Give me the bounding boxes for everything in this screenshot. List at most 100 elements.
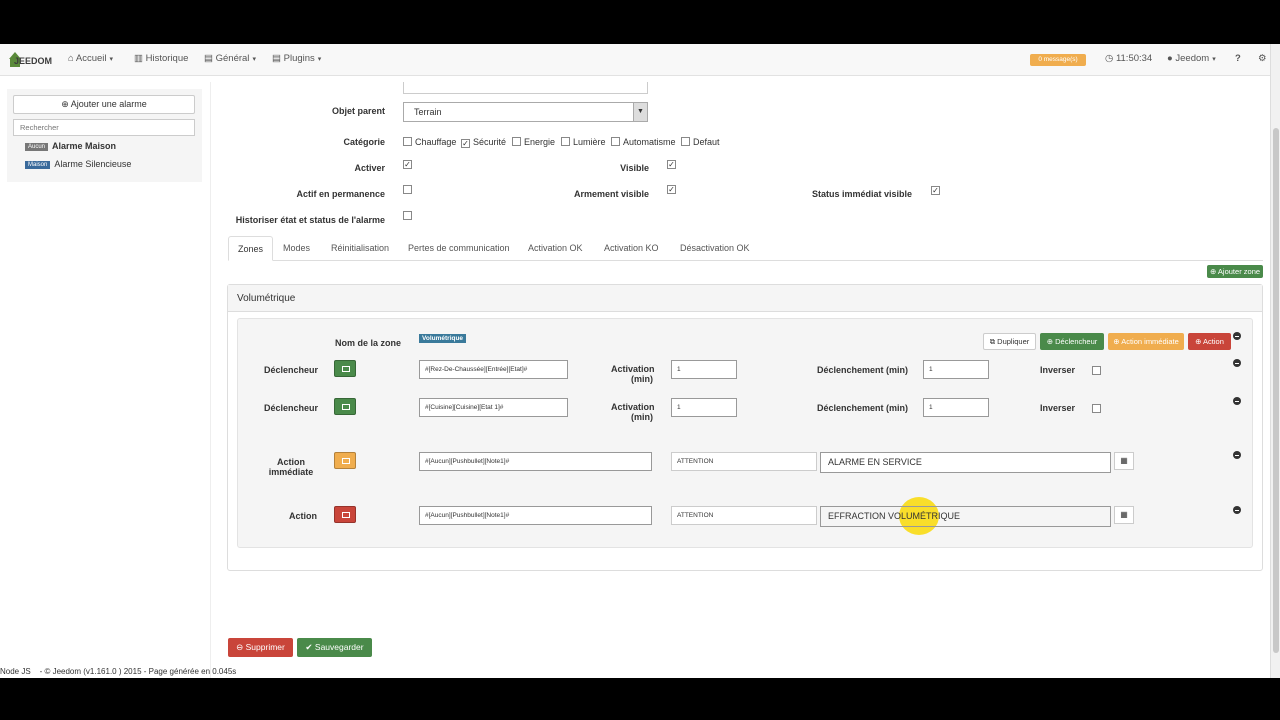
page-scrollbar[interactable] <box>1270 44 1280 678</box>
add-trigger-label: Déclencheur <box>1055 337 1098 346</box>
add-zone-button[interactable]: ⊕ Ajouter zone <box>1207 265 1263 278</box>
sidebar: ⊕ Ajouter une alarme AucunAlarme Maison … <box>7 89 202 182</box>
navbar: JEEDOM ⌂ Accueil ▾ ▥ Historique ▤ Général… <box>0 44 1270 76</box>
inverser-checkbox[interactable] <box>1092 366 1101 375</box>
tab-modes[interactable]: Modes <box>283 236 310 261</box>
nav-accueil[interactable]: ⌂ Accueil ▾ <box>68 53 113 64</box>
checkbox[interactable] <box>611 137 620 146</box>
tab-bar: Zones Modes Réinitialisation Pertes de c… <box>228 236 1263 261</box>
action-message-input[interactable]: EFFRACTION VOLUMÉTRIQUE <box>820 506 1111 527</box>
save-button[interactable]: ✔ Sauvegarder <box>297 638 372 657</box>
tab-desactivation-ok[interactable]: Désactivation OK <box>680 236 750 261</box>
permanent-checkbox[interactable] <box>403 185 412 194</box>
nav-historique[interactable]: ▥ Historique <box>134 53 188 64</box>
nav-general-label: Général <box>215 53 250 64</box>
sidebar-item-alarme-maison[interactable]: Aucun Alarme Maison <box>25 141 116 151</box>
armement-checkbox[interactable]: ✓ <box>667 185 676 194</box>
save-label: Sauvegarder <box>314 642 364 652</box>
permanent-label: Actif en permanence <box>296 189 385 199</box>
visible-checkbox[interactable]: ✓ <box>667 160 676 169</box>
nav-historique-label: Historique <box>145 53 189 64</box>
zone-panel-title: Volumétrique <box>228 285 1262 312</box>
message-list-icon[interactable]: ▦ <box>1114 506 1134 524</box>
tab-reinitialisation[interactable]: Réinitialisation <box>331 236 389 261</box>
settings-icon[interactable]: ⚙ <box>1258 53 1267 64</box>
caret-icon: ▾ <box>317 56 322 63</box>
object-tag: Maison <box>25 160 51 169</box>
remove-action-icon[interactable] <box>1233 506 1241 514</box>
sidebar-item-alarme-silencieuse[interactable]: Maison Alarme Silencieuse <box>25 159 131 169</box>
immediate-action-title-input[interactable]: ATTENTION <box>671 452 817 471</box>
remove-zone-icon[interactable] <box>1233 332 1241 340</box>
add-immediate-action-button[interactable]: ⊕ Action immédiate <box>1108 333 1184 350</box>
activation-input[interactable]: 1 <box>671 398 737 417</box>
help-icon[interactable]: ? <box>1235 53 1241 64</box>
declenchement-label: Déclenchement (min) <box>817 365 909 375</box>
checkbox[interactable]: ✓ <box>461 139 470 148</box>
scrollbar-thumb[interactable] <box>1273 128 1279 653</box>
inverser-label: Inverser <box>1040 365 1076 375</box>
inverser-checkbox[interactable] <box>1092 404 1101 413</box>
category-energie[interactable]: Energie <box>512 137 555 147</box>
trigger-cmd-list-icon[interactable] <box>334 398 356 415</box>
tab-pertes-communication[interactable]: Pertes de communication <box>408 236 510 261</box>
parent-select-value: Terrain <box>414 107 442 117</box>
declenchement-input[interactable]: 1 <box>923 360 989 379</box>
category-automatisme[interactable]: Automatisme <box>611 137 676 147</box>
remove-action-icon[interactable] <box>1233 451 1241 459</box>
status-checkbox[interactable]: ✓ <box>931 186 940 195</box>
immediate-action-cmd-list-icon[interactable] <box>334 452 356 469</box>
nav-plugins-label: Plugins <box>283 53 315 64</box>
search-input[interactable] <box>13 119 195 136</box>
activation-label: Activation (min) <box>611 402 655 422</box>
action-label: Action <box>289 511 317 521</box>
tab-activation-ok[interactable]: Activation OK <box>528 236 583 261</box>
remove-trigger-icon[interactable] <box>1233 397 1241 405</box>
nav-general[interactable]: ▤ Général ▾ <box>204 53 256 64</box>
logo-text: JEEDOM <box>14 56 53 66</box>
checkbox[interactable] <box>681 137 690 146</box>
checkbox[interactable] <box>403 137 412 146</box>
message-badge[interactable]: 0 message(s) <box>1030 54 1086 66</box>
trigger-cmd-input[interactable]: #[Rez-De-Chaussée][Entrée][Etat]# <box>419 360 568 379</box>
plus-circle-icon: ⊕ <box>1113 337 1120 346</box>
nav-plugins[interactable]: ▤ Plugins ▾ <box>272 53 321 64</box>
checkbox[interactable] <box>512 137 521 146</box>
user-name: Jeedom <box>1175 53 1210 64</box>
category-defaut[interactable]: Defaut <box>681 137 720 147</box>
sidebar-divider <box>210 82 211 678</box>
tab-zones[interactable]: Zones <box>228 236 274 261</box>
category-label-text: Defaut <box>693 137 720 147</box>
duplicate-button[interactable]: ⧉ Dupliquer <box>983 333 1036 350</box>
add-trigger-button[interactable]: ⊕ Déclencheur <box>1040 333 1104 350</box>
delete-button[interactable]: ⊖ Supprimer <box>228 638 293 657</box>
trigger-cmd-input[interactable]: #[Cuisine][Cuisine][Etat 1]# <box>419 398 568 417</box>
plus-circle-icon: ⊕ <box>1195 337 1202 346</box>
action-title-input[interactable]: ATTENTION <box>671 506 817 525</box>
name-field-remnant[interactable] <box>403 82 648 94</box>
user-menu[interactable]: ● Jeedom ▾ <box>1167 53 1216 64</box>
clock-icon: ◷ <box>1105 53 1114 64</box>
declenchement-label: Déclenchement (min) <box>817 403 909 413</box>
tab-activation-ko[interactable]: Activation KO <box>604 236 659 261</box>
activer-checkbox[interactable]: ✓ <box>403 160 412 169</box>
trigger-cmd-list-icon[interactable] <box>334 360 356 377</box>
zone-name-value[interactable]: Volumétrique <box>419 334 467 343</box>
historiser-checkbox[interactable] <box>403 211 412 220</box>
parent-select[interactable]: Terrain ▼ <box>403 102 648 122</box>
add-action-button[interactable]: ⊕ Action <box>1188 333 1231 350</box>
activation-input[interactable]: 1 <box>671 360 737 379</box>
action-cmd-list-icon[interactable] <box>334 506 356 523</box>
category-chauffage[interactable]: Chauffage <box>403 137 456 147</box>
immediate-action-cmd-input[interactable]: #[Aucun][Pushbullet][Note1]# <box>419 452 652 471</box>
checkbox[interactable] <box>561 137 570 146</box>
remove-trigger-icon[interactable] <box>1233 359 1241 367</box>
message-list-icon[interactable]: ▦ <box>1114 452 1134 470</box>
category-securite[interactable]: ✓ Sécurité <box>461 137 506 148</box>
declenchement-input[interactable]: 1 <box>923 398 989 417</box>
action-cmd-input[interactable]: #[Aucun][Pushbullet][Note1]# <box>419 506 652 525</box>
immediate-action-message-input[interactable]: ALARME EN SERVICE <box>820 452 1111 473</box>
category-lumiere[interactable]: Lumière <box>561 137 606 147</box>
chart-icon: ▥ <box>134 53 143 64</box>
add-alarm-button[interactable]: ⊕ Ajouter une alarme <box>13 95 195 114</box>
